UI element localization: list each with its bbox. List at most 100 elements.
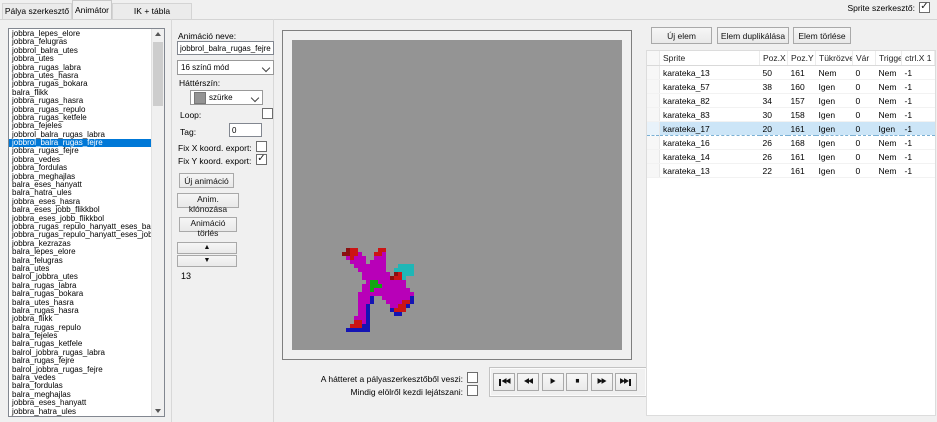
- fix-x-export-checkbox[interactable]: [256, 141, 267, 152]
- cell[interactable]: 26: [760, 136, 788, 150]
- cell[interactable]: Igen: [816, 164, 853, 178]
- list-item[interactable]: balrol_jobbra_rugas_fejre: [9, 366, 152, 374]
- cell[interactable]: Nem: [876, 136, 902, 150]
- table-row[interactable]: karateka_5738160Igen0Nem-1-1: [647, 80, 935, 94]
- cell[interactable]: Nem: [876, 66, 902, 80]
- play-button[interactable]: ▶: [542, 373, 564, 391]
- list-item[interactable]: jobbra_meghajlas: [9, 173, 152, 181]
- cell[interactable]: 0: [853, 150, 876, 164]
- new-element-button[interactable]: Új elem: [651, 27, 712, 44]
- bg-from-level-editor-checkbox[interactable]: [467, 372, 478, 383]
- table-row[interactable]: karateka_8234157Igen0Nem-1-1: [647, 94, 935, 108]
- list-item[interactable]: balra_rugas_labra: [9, 282, 152, 290]
- sprite-editor-checkbox[interactable]: [919, 2, 930, 13]
- skip-start-button[interactable]: ◀◀: [493, 373, 515, 391]
- list-item[interactable]: jobbra_utes: [9, 55, 152, 63]
- cell[interactable]: Nem: [876, 150, 902, 164]
- cell[interactable]: Igen: [876, 122, 902, 136]
- duplicate-element-button[interactable]: Elem duplikálása: [717, 27, 789, 44]
- list-item[interactable]: jobbra_rugas_labra: [9, 64, 152, 72]
- cell[interactable]: 158: [788, 108, 816, 122]
- cell[interactable]: 160: [788, 80, 816, 94]
- list-item[interactable]: jobbra_rugas_repulo: [9, 106, 152, 114]
- list-item[interactable]: jobbra_fordulas: [9, 164, 152, 172]
- cell[interactable]: Nem: [876, 108, 902, 122]
- list-item[interactable]: balra_rugas_bokara: [9, 290, 152, 298]
- cell[interactable]: karateka_13: [660, 66, 760, 80]
- list-item[interactable]: jobbra_fejeles: [9, 122, 152, 130]
- cell[interactable]: Igen: [816, 108, 853, 122]
- table-row[interactable]: karateka_8330158Igen0Nem-1-1: [647, 108, 935, 122]
- cell[interactable]: Nem: [876, 80, 902, 94]
- cell[interactable]: 161: [788, 150, 816, 164]
- list-item[interactable]: jobbrol_balra_rugas_labra: [9, 131, 152, 139]
- cell[interactable]: Nem: [876, 94, 902, 108]
- cell[interactable]: 34: [760, 94, 788, 108]
- cell[interactable]: 20: [760, 122, 788, 136]
- tag-input[interactable]: [229, 123, 262, 137]
- column-header[interactable]: Tükrözve: [816, 51, 853, 66]
- table-row[interactable]: karateka_1720161Igen0Igen-1-1: [647, 122, 935, 136]
- cell[interactable]: karateka_14: [660, 150, 760, 164]
- cell[interactable]: 22: [760, 164, 788, 178]
- list-item[interactable]: jobbrol_balra_utes: [9, 47, 152, 55]
- list-item[interactable]: jobbra_rugas_bokara: [9, 80, 152, 88]
- fix-y-export-checkbox[interactable]: [256, 154, 267, 165]
- fast-forward-button[interactable]: ▶▶: [591, 373, 613, 391]
- cell[interactable]: 161: [788, 66, 816, 80]
- list-item[interactable]: balra_eses_hanyatt: [9, 181, 152, 189]
- stop-button[interactable]: ■: [566, 373, 588, 391]
- cell[interactable]: 0: [853, 136, 876, 150]
- list-item[interactable]: jobbra_flikk: [9, 315, 152, 323]
- cell[interactable]: karateka_16: [660, 136, 760, 150]
- table-row[interactable]: karateka_1626168Igen0Nem-1-1: [647, 136, 935, 150]
- list-item[interactable]: jobbra_lepes_elore: [9, 30, 152, 38]
- cell[interactable]: -1: [902, 122, 935, 136]
- cell[interactable]: 161: [788, 122, 816, 136]
- cell[interactable]: Igen: [816, 150, 853, 164]
- table-row[interactable]: karateka_1350161Nem0Nem-1-1: [647, 66, 935, 80]
- list-item[interactable]: balra_eses_jobb_flikkbol: [9, 206, 152, 214]
- new-animation-button[interactable]: Új animáció: [179, 173, 234, 188]
- list-item[interactable]: jobbra_rugas_repulo_hanyatt_eses_jobbra: [9, 231, 152, 239]
- loop-checkbox[interactable]: [262, 108, 273, 119]
- cell[interactable]: 0: [853, 122, 876, 136]
- list-item[interactable]: jobbra_eses_hanyatt: [9, 399, 152, 407]
- cell[interactable]: 0: [853, 108, 876, 122]
- list-item[interactable]: balra_flikk: [9, 89, 152, 97]
- list-item[interactable]: balra_lepes_elore: [9, 248, 152, 256]
- cell[interactable]: Igen: [816, 122, 853, 136]
- list-item[interactable]: balra_rugas_repulo: [9, 324, 152, 332]
- animation-list-scrollbar[interactable]: [151, 29, 164, 416]
- cell[interactable]: -1: [902, 150, 935, 164]
- cell[interactable]: Nem: [876, 164, 902, 178]
- column-header[interactable]: ctrl.X 1: [902, 51, 935, 66]
- bg-color-select[interactable]: szürke: [190, 90, 263, 105]
- column-header[interactable]: Poz.Y: [788, 51, 816, 66]
- list-item[interactable]: jobbra_utes_hasra: [9, 72, 152, 80]
- color-mode-select[interactable]: 16 színű mód: [177, 60, 274, 75]
- list-item[interactable]: balrol_jobbra_utes: [9, 273, 152, 281]
- table-row[interactable]: karateka_1426161Igen0Nem-1-1: [647, 150, 935, 164]
- delete-element-button[interactable]: Elem törlése: [793, 27, 851, 44]
- list-item[interactable]: balra_vedes: [9, 374, 152, 382]
- table-row[interactable]: karateka_1322161Igen0Nem-1-1: [647, 164, 935, 178]
- cell[interactable]: -1: [902, 108, 935, 122]
- list-item[interactable]: jobbra_rugas_ketfele: [9, 114, 152, 122]
- list-item[interactable]: jobbra_hatra_ules: [9, 408, 152, 416]
- cell[interactable]: karateka_57: [660, 80, 760, 94]
- tab-ik-tabla[interactable]: IK + tábla: [112, 3, 192, 19]
- list-item[interactable]: balra_rugas_hasra: [9, 307, 152, 315]
- cell[interactable]: 50: [760, 66, 788, 80]
- cell[interactable]: 161: [788, 164, 816, 178]
- animation-name-input[interactable]: [177, 41, 274, 55]
- cell[interactable]: -1: [902, 164, 935, 178]
- delete-animation-button[interactable]: Animáció törlés: [179, 217, 237, 232]
- cell[interactable]: Igen: [816, 136, 853, 150]
- list-item[interactable]: balrol_jobbra_rugas_labra: [9, 349, 152, 357]
- cell[interactable]: Igen: [816, 94, 853, 108]
- list-item[interactable]: jobbra_kezrazas: [9, 240, 152, 248]
- scroll-up-icon[interactable]: [152, 29, 164, 40]
- cell[interactable]: Nem: [816, 66, 853, 80]
- cell[interactable]: karateka_13: [660, 164, 760, 178]
